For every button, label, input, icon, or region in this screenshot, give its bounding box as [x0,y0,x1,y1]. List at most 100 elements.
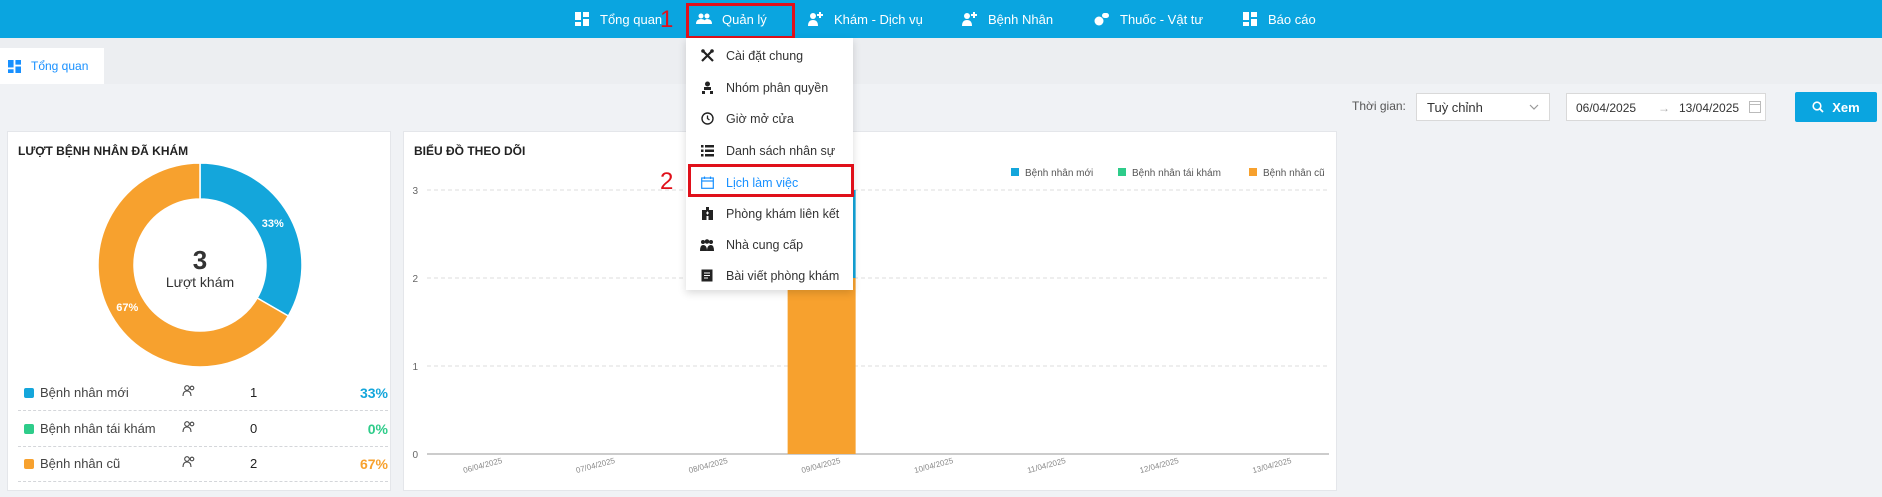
user-group-icon [182,421,196,436]
permission-group-icon [700,81,714,95]
donut-slice-new [199,162,303,318]
legend-percent: 67% [359,456,388,472]
y-tick-label: 1 [412,362,418,373]
user-group-icon [182,385,196,400]
menu-item-suppliers[interactable]: Nhà cung cấp [686,229,853,260]
legend-percent: 33% [359,385,388,401]
nav-item-label: Tổng quan [600,11,663,27]
legend-swatch [1249,168,1257,176]
menu-item-opening-hours[interactable]: Giờ mở cửa [686,103,853,134]
nav-item-medicine[interactable]: Thuốc - Vật tư [1094,0,1203,38]
calendar-icon [1749,100,1761,116]
nav-item-label: Khám - Dịch vụ [834,11,923,27]
annotation-number-2: 2 [660,168,674,195]
annotation-number-1: 1 [660,6,674,33]
legend-row-new-patients: Bệnh nhân mới 1 33% [18,376,388,411]
chevron-down-icon [1529,100,1539,115]
legend-color-swatch [24,459,34,469]
donut-slice-label: 0% [268,340,284,352]
y-tick-label: 3 [412,186,418,197]
x-tick-label: 13/04/2025 [1251,456,1293,475]
legend-swatch [1118,168,1126,176]
tab-overview[interactable]: Tổng quan [0,48,104,84]
menu-item-label: Nhà cung cấp [726,237,804,252]
donut-center-value: 3 [192,245,208,275]
view-button[interactable]: Xem [1795,92,1877,122]
legend-label: Bệnh nhân tái khám [1132,168,1221,179]
highlight-box-step-2 [688,164,854,197]
settings-tools-icon [700,49,714,63]
y-tick-label: 0 [412,450,418,461]
search-icon [1812,101,1824,113]
x-tick-label: 07/04/2025 [575,456,617,475]
report-icon [1242,11,1258,27]
x-tick-label: 10/04/2025 [913,456,955,475]
highlight-box-step-1 [686,3,795,39]
menu-item-label: Cài đặt chung [726,48,804,63]
patient-icon [962,11,978,27]
menu-item-general-settings[interactable]: Cài đặt chung [686,40,853,71]
user-group-icon [182,456,196,471]
view-button-label: Xem [1832,99,1860,115]
supplier-icon [700,238,714,252]
nav-item-label: Thuốc - Vật tư [1120,11,1204,27]
legend-row-returning-patients: Bệnh nhân cũ 2 67% [18,447,388,482]
period-select-value: Tuỳ chỉnh [1427,100,1483,115]
tracking-chart-card: BIỂU ĐỒ THEO DÕI 0 1 2 3 06/04/2025 07/04/202… [403,131,1337,491]
x-tick-label: 11/04/2025 [1026,456,1067,475]
nav-item-services[interactable]: Khám - Dịch vụ [808,0,923,38]
donut-center-label: Lượt khám [165,274,235,290]
tab-label: Tổng quan [31,59,89,73]
pills-icon [1094,11,1110,27]
legend-label: Bệnh nhân cũ [40,456,121,471]
clock-icon [700,112,714,126]
nav-item-reports[interactable]: Báo cáo [1242,0,1316,38]
user-medical-icon [808,11,824,27]
nav-item-label: Bệnh Nhân [988,11,1054,27]
legend-count: 1 [250,385,258,400]
time-filter-label: Thời gian: [1352,99,1406,113]
x-tick-label: 09/04/2025 [800,456,842,475]
donut-slice-label: 67% [116,302,138,314]
dashboard-icon [574,11,590,27]
menu-item-staff-list[interactable]: Danh sách nhân sự [686,135,853,166]
nav-item-overview[interactable]: Tổng quan [574,0,662,38]
menu-item-linked-clinics[interactable]: Phòng khám liên kết [686,198,853,229]
menu-item-label: Danh sách nhân sự [726,143,836,158]
legend-count: 2 [250,456,258,471]
bar-segment [787,278,856,454]
legend-color-swatch [24,388,34,398]
menu-item-clinic-articles[interactable]: Bài viết phòng khám [686,260,853,291]
menu-item-label: Giờ mở cửa [726,111,794,126]
nav-item-label: Báo cáo [1268,11,1316,27]
legend-label: Bệnh nhân tái khám [40,421,156,436]
date-from-input[interactable]: 06/04/2025 [1576,101,1636,115]
donut-slice-label: 33% [262,218,284,230]
article-icon [700,269,714,283]
patients-visited-card: LƯỢT BỆNH NHÂN ĐÃ KHÁM 33% 0% 67% 3 Lượt k… [7,131,391,491]
legend-row-follow-up-patients: Bệnh nhân tái khám 0 0% [18,412,388,447]
x-tick-label: 08/04/2025 [688,456,730,475]
menu-item-label: Bài viết phòng khám [726,268,840,283]
bar-chart: 0 1 2 3 06/04/2025 07/04/2025 08/04/2025 09/04/… [412,168,1329,475]
legend-color-swatch [24,424,34,434]
x-tick-label: 12/04/2025 [1139,456,1181,475]
date-range-picker[interactable]: 06/04/2025 → 13/04/2025 [1566,93,1766,121]
dashboard-icon [8,59,21,73]
period-select[interactable]: Tuỳ chỉnh [1416,93,1550,121]
menu-item-permission-groups[interactable]: Nhóm phân quyền [686,72,853,103]
legend-count: 0 [250,421,258,436]
legend-percent: 0% [367,421,388,437]
menu-item-label: Phòng khám liên kết [726,206,840,221]
legend-swatch [1011,168,1019,176]
legend-label: Bệnh nhân mới [40,385,129,400]
menu-item-label: Nhóm phân quyền [726,80,829,95]
x-tick-label: 06/04/2025 [462,456,504,475]
legend-label: Bệnh nhân mới [1025,168,1093,179]
list-icon [700,144,714,158]
nav-item-patients[interactable]: Bệnh Nhân [962,0,1053,38]
top-navbar: Tổng quan Quản lý Khám - Dịch vụ Bệnh Nh… [0,0,1882,38]
date-range-separator: → [1658,101,1670,115]
date-to-input[interactable]: 13/04/2025 [1679,101,1739,115]
legend-label: Bệnh nhân cũ [1263,168,1325,179]
